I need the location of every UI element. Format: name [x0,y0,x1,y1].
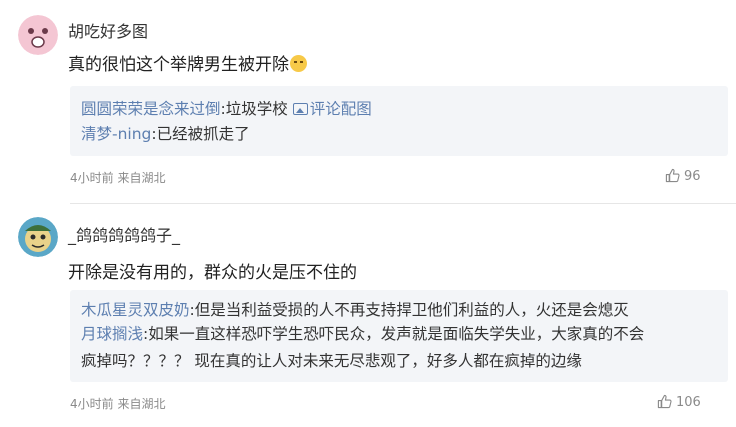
reply-item: 木瓜星灵双皮奶:但是当利益受损的人不再支持捍卫他们利益的人，火还是会熄灭 [81,298,629,320]
comment-image-label[interactable]: 评论配图 [310,100,372,118]
like-button[interactable]: 106 [657,394,701,410]
comment-meta: 4小时前 来自湖北 [70,397,166,411]
reply-box: 圆圆荣荣是念来过倒:垃圾学校 评论配图 清梦-ning:已经被抓走了 [70,86,728,156]
avatar[interactable] [18,15,58,55]
reply-author[interactable]: 木瓜星灵双皮奶 [81,301,190,319]
reply-text: :如果一直这样恐吓学生恐吓民众，发声就是面临失学失业，大家真的不会 [143,325,645,343]
comment-image-link[interactable]: 评论配图 [292,100,372,118]
reply-author[interactable]: 清梦-ning [81,125,151,143]
comment-text-body: 真的很怕这个举牌男生被开除 [68,55,289,75]
reply-text-continuation: 疯掉吗？？？？ 现在真的让人对未来无尽悲观了，好多人都在疯掉的边缘 [81,352,582,370]
avatar[interactable] [18,217,58,257]
reply-item: 月球搁浅:如果一直这样恐吓学生恐吓民众，发声就是面临失学失业，大家真的不会 [81,322,644,344]
comment-text: 真的很怕这个举牌男生被开除 [68,50,307,75]
like-count: 106 [676,395,701,410]
comment-text: 开除是没有用的，群众的火是压不住的 [68,263,357,283]
reply-text: :垃圾学校 [220,100,288,118]
reply-box: 木瓜星灵双皮奶:但是当利益受损的人不再支持捍卫他们利益的人，火还是会熄灭 月球搁… [70,290,728,382]
reply-text: :已经被抓走了 [151,125,250,143]
image-icon [292,103,308,115]
divider [70,203,736,204]
like-button[interactable]: 96 [665,168,701,184]
username[interactable]: 胡吃好多图 [68,18,148,42]
like-count: 96 [684,169,701,184]
reply-author[interactable]: 圆圆荣荣是念来过倒 [81,100,221,118]
reply-item: 清梦-ning:已经被抓走了 [81,122,250,144]
reply-text: :但是当利益受损的人不再支持捍卫他们利益的人，火还是会熄灭 [189,301,629,319]
thumbs-up-icon [657,394,672,409]
reply-item: 圆圆荣荣是念来过倒:垃圾学校 评论配图 [81,97,372,119]
comment-meta: 4小时前 来自湖北 [70,171,166,185]
reply-author[interactable]: 月球搁浅 [81,325,143,343]
crying-face-emoji-icon [290,55,307,72]
username[interactable]: _鸽鸽鸽鸽鸽子_ [68,222,180,246]
thumbs-up-icon [665,168,680,183]
